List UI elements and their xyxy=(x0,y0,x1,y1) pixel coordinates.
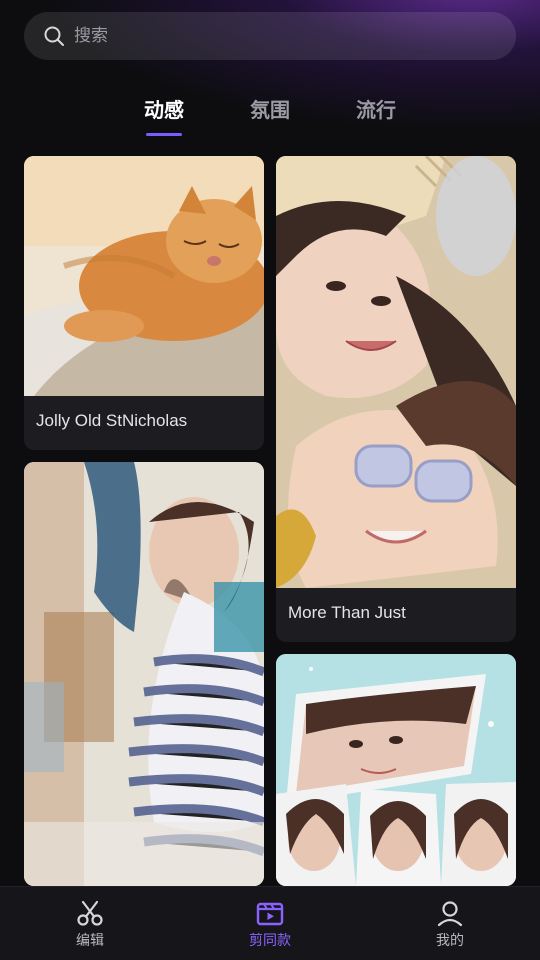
nav-edit[interactable]: 编辑 xyxy=(30,898,150,950)
tab-dynamic[interactable]: 动感 xyxy=(144,90,184,140)
template-thumbnail xyxy=(276,654,516,886)
tab-label: 动感 xyxy=(144,98,184,122)
tab-popular[interactable]: 流行 xyxy=(356,90,396,140)
template-card[interactable]: More Than Just xyxy=(276,156,516,642)
search-bar[interactable] xyxy=(24,12,516,60)
active-tab-indicator xyxy=(146,133,182,136)
template-card[interactable] xyxy=(276,654,516,886)
tab-label: 氛围 xyxy=(250,98,290,122)
bottom-navigation: 编辑 剪同款 我的 xyxy=(0,886,540,960)
tab-label: 流行 xyxy=(356,98,396,122)
tab-atmosphere[interactable]: 氛围 xyxy=(250,90,290,140)
nav-profile[interactable]: 我的 xyxy=(390,898,510,950)
template-thumbnail xyxy=(276,156,516,588)
template-thumbnail xyxy=(24,156,264,396)
search-icon xyxy=(44,26,64,46)
app-root: 动感 氛围 流行 Jolly Old StNicholas xyxy=(0,0,540,960)
template-thumbnail xyxy=(24,462,264,886)
template-title: Jolly Old StNicholas xyxy=(36,411,188,430)
template-card[interactable] xyxy=(24,462,264,886)
nav-label: 我的 xyxy=(436,932,464,949)
clapperboard-icon xyxy=(256,902,284,925)
nav-templates[interactable]: 剪同款 xyxy=(210,898,330,950)
scissors-icon xyxy=(77,900,103,926)
template-card[interactable]: Jolly Old StNicholas xyxy=(24,156,264,450)
template-title: More Than Just xyxy=(288,603,406,622)
nav-label: 剪同款 xyxy=(249,932,291,949)
search-input[interactable] xyxy=(74,26,474,46)
nav-label: 编辑 xyxy=(76,932,104,949)
category-tabs: 动感 氛围 流行 xyxy=(0,90,540,140)
user-icon xyxy=(437,900,463,926)
